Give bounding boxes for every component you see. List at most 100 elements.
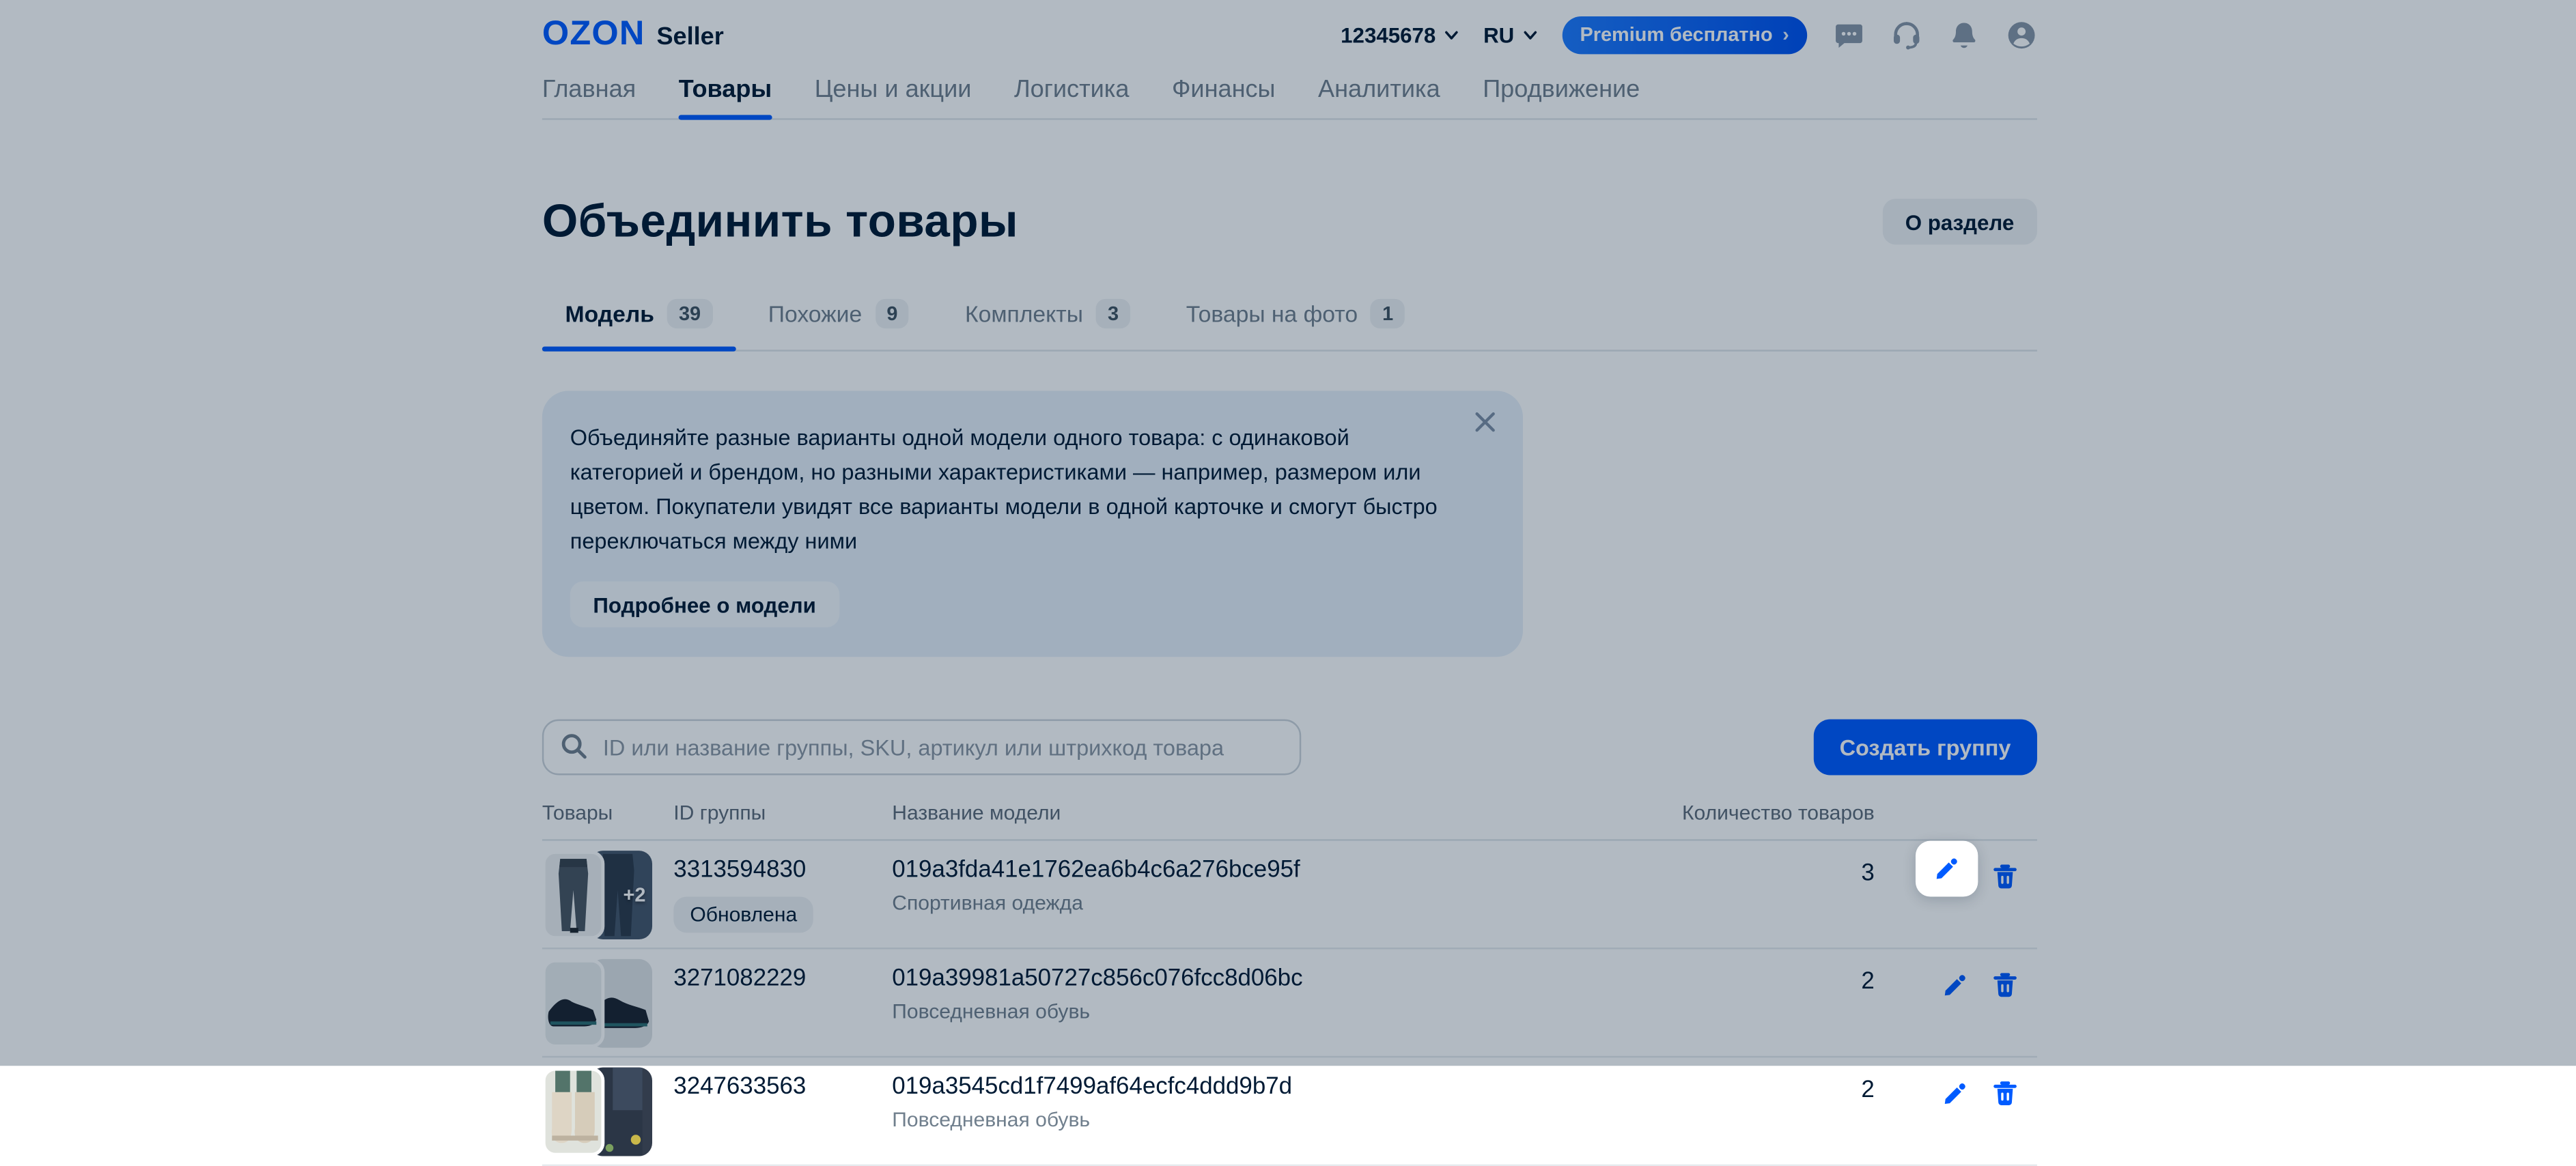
product-thumbnail-front	[542, 851, 605, 940]
group-id: 3271082229	[673, 965, 807, 992]
product-count: 3	[1861, 860, 1875, 887]
column-header-model-name: Название модели	[892, 801, 1061, 825]
notifications-button[interactable]	[1947, 18, 1980, 51]
main-nav: Главная Товары Цены и акции Логистика Фи…	[542, 76, 2037, 120]
section-tabs: Модель 39 Похожие 9 Комплекты 3 Товары н…	[542, 298, 2037, 352]
more-products-badge: +2	[623, 883, 646, 907]
model-name: 019a39981a50727c856c076fcc8d06bc	[892, 965, 1303, 992]
chevron-down-icon	[1523, 30, 1537, 39]
delete-trash-icon	[1993, 973, 2016, 997]
product-thumbnail-front	[542, 958, 605, 1048]
info-banner: Объединяйте разные варианты одной модели…	[542, 390, 1524, 657]
chat-button[interactable]	[1832, 18, 1864, 51]
account-id-menu[interactable]: 12345678	[1341, 22, 1459, 47]
group-id-cell: 3313594830 Обновлена	[673, 841, 892, 933]
delete-trash-icon	[1993, 864, 2016, 889]
table-row: 3247633563 019a3545cd1f7499af64ecfc4ddd9…	[542, 1057, 2037, 1166]
tab-count-badge: 9	[875, 298, 910, 329]
groups-table: Товары ID группы Название модели Количес…	[542, 801, 2037, 1166]
tab-count-badge: 39	[667, 298, 712, 329]
seller-logo-label: Seller	[656, 23, 724, 51]
boots-photo	[551, 1070, 598, 1143]
page-head: Объединить товары О разделе	[542, 195, 2037, 248]
nav-item-finansy[interactable]: Финансы	[1172, 76, 1276, 119]
account-id-label: 12345678	[1341, 22, 1436, 47]
profile-button[interactable]	[2004, 18, 2037, 51]
product-thumbnails	[542, 1067, 653, 1156]
row-actions	[1875, 1057, 2037, 1117]
product-count: 2	[1861, 1077, 1875, 1104]
profile-icon	[2007, 21, 2034, 48]
edit-pencil-icon	[1944, 975, 1965, 996]
model-category: Повседневная обувь	[892, 1108, 1091, 1132]
model-name-cell: 019a39981a50727c856c076fcc8d06bc Повседн…	[892, 949, 1677, 1023]
language-menu[interactable]: RU	[1483, 22, 1537, 47]
tab-tovary-na-foto[interactable]: Товары на фото 1	[1163, 298, 1428, 350]
tab-label: Товары на фото	[1186, 300, 1358, 327]
chevron-down-icon	[1444, 30, 1458, 39]
page-title: Объединить товары	[542, 195, 1018, 246]
nav-item-prodvizhenie[interactable]: Продвижение	[1483, 76, 1640, 119]
group-id-cell: 3247633563	[673, 1057, 892, 1100]
chevron-right-icon: ›	[1782, 23, 1789, 46]
column-header-actions	[1875, 801, 2037, 825]
chat-icon	[1834, 23, 1862, 47]
notifications-bell-icon	[1952, 22, 1975, 48]
nav-item-tovary[interactable]: Товары	[678, 76, 772, 120]
edit-group-button[interactable]	[1915, 840, 1978, 897]
premium-label: Premium бесплатно	[1580, 23, 1773, 46]
support-headset-icon	[1892, 21, 1919, 49]
group-id-cell: 3271082229	[673, 949, 892, 992]
product-thumbnails	[542, 958, 653, 1048]
language-label: RU	[1483, 22, 1515, 47]
model-category: Повседневная обувь	[892, 1000, 1091, 1023]
column-header-product-count: Количество товаров	[1682, 801, 1875, 825]
support-button[interactable]	[1889, 18, 1922, 51]
column-header-group-id: ID группы	[673, 801, 766, 825]
group-id: 3313594830	[673, 857, 807, 884]
model-category: Спортивная одежда	[892, 892, 1083, 915]
ozon-seller-app: OZON Seller 12345678 RU Premium бесплатн…	[0, 0, 2576, 1166]
delete-group-button[interactable]	[1981, 963, 2027, 1008]
tab-count-badge: 1	[1371, 298, 1405, 329]
sneaker-photo	[548, 999, 597, 1027]
tab-komplekty[interactable]: Комплекты 3	[942, 298, 1153, 350]
model-name-cell: 019a3545cd1f7499af64ecfc4ddd9b7d Повседн…	[892, 1057, 1677, 1131]
banner-close-button[interactable]	[1474, 406, 1507, 438]
row-actions	[1875, 949, 2037, 1008]
nav-item-tseny-i-aktsii[interactable]: Цены и акции	[815, 76, 972, 119]
search-input[interactable]	[542, 719, 1302, 776]
tab-model[interactable]: Модель 39	[542, 298, 736, 352]
edit-pencil-icon	[1936, 858, 1957, 879]
group-id: 3247633563	[673, 1074, 807, 1100]
tab-pohozhie[interactable]: Похожие 9	[745, 298, 932, 350]
product-thumbnails: +2	[542, 851, 653, 940]
status-badge: Обновлена	[673, 896, 814, 933]
tab-label: Модель	[565, 300, 654, 327]
model-name: 019a3545cd1f7499af64ecfc4ddd9b7d	[892, 1074, 1293, 1100]
row-actions	[1875, 840, 2037, 900]
search-icon	[561, 734, 587, 759]
product-count: 2	[1861, 969, 1875, 995]
create-group-button[interactable]: Создать группу	[1813, 719, 2037, 776]
edit-group-button[interactable]	[1932, 1070, 1978, 1116]
table-row: 3271082229 019a39981a50727c856c076fcc8d0…	[542, 949, 2037, 1058]
topbar-right: 12345678 RU Premium бесплатно ›	[1341, 15, 2037, 54]
model-name-cell: 019a3fda41e1762ea6b4c6a276bce95f Спортив…	[892, 841, 1677, 915]
edit-group-button[interactable]	[1932, 963, 1978, 1008]
nav-item-analitika[interactable]: Аналитика	[1318, 76, 1440, 119]
delete-trash-icon	[1993, 1081, 2016, 1105]
column-header-products: Товары	[542, 801, 613, 825]
edit-pencil-icon	[1944, 1083, 1965, 1105]
nav-item-logistika[interactable]: Логистика	[1014, 76, 1129, 119]
nav-item-glavnaya[interactable]: Главная	[542, 76, 636, 119]
tab-label: Комплекты	[965, 300, 1083, 327]
delete-group-button[interactable]	[1981, 854, 2027, 900]
delete-group-button[interactable]	[1981, 1070, 2027, 1116]
ozon-logo: OZON	[542, 14, 645, 53]
model-details-button[interactable]: Подробнее о модели	[570, 581, 839, 627]
table-row: +2 3313594830 Обновлена 019a3fda41e1762e…	[542, 840, 2037, 950]
premium-free-button[interactable]: Premium бесплатно ›	[1562, 15, 1808, 54]
about-section-button[interactable]: О разделе	[1882, 199, 2037, 245]
ozon-seller-logo: OZON Seller	[542, 15, 724, 55]
